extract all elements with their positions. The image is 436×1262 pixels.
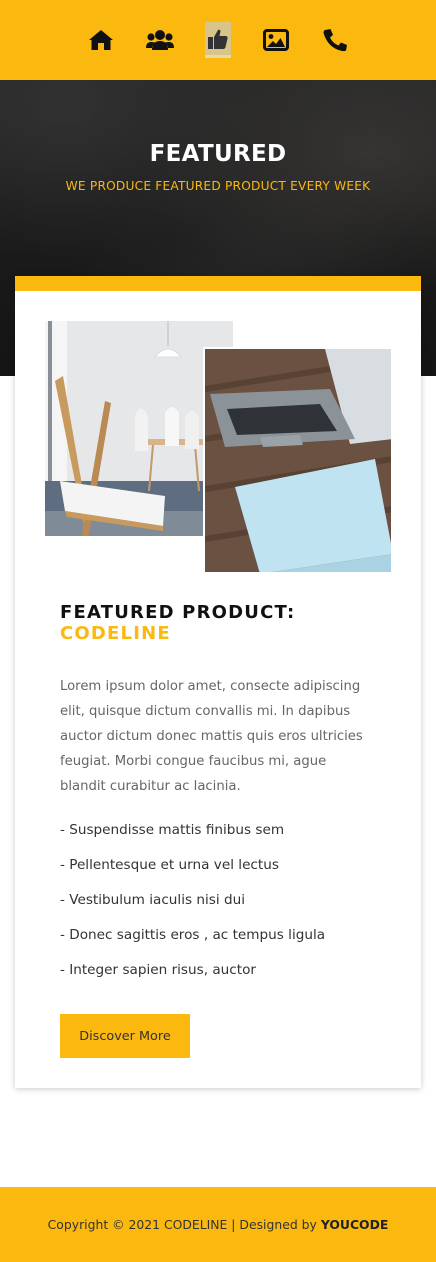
product-description: Lorem ipsum dolor amet, consecte adipisc… [60, 679, 363, 794]
home-icon [89, 30, 113, 50]
nav-gallery[interactable] [262, 22, 290, 58]
nav-home[interactable] [87, 22, 115, 58]
image-icon [263, 29, 289, 51]
top-nav [0, 0, 436, 80]
hero-subtitle: WE PRODUCE FEATURED PRODUCT EVERY WEEK [65, 179, 371, 193]
thumbs-up-icon [208, 29, 228, 49]
product-name: CODELINE [60, 623, 171, 644]
feature-item: - Donec sagittis eros , ac tempus ligula [60, 927, 326, 943]
feature-item: - Pellentesque et urna vel lectus [60, 857, 279, 873]
phone-icon [323, 29, 347, 52]
laptop-photo [203, 347, 391, 572]
nav-featured[interactable] [205, 22, 231, 58]
footer-copyright: Copyright © 2021 CODELINE | Designed by [47, 1217, 317, 1232]
discover-more-button[interactable]: Discover More [60, 1014, 190, 1058]
feature-item: - Suspendisse mattis finibus sem [60, 822, 285, 838]
nav-users[interactable] [146, 22, 174, 58]
footer-designer-link[interactable]: YOUCODE [321, 1217, 389, 1232]
nav-contact[interactable] [321, 22, 349, 58]
feature-item: - Vestibulum iaculis nisi dui [60, 892, 245, 908]
footer: Copyright © 2021 CODELINE | Designed by … [0, 1187, 436, 1262]
card-accent-bar [15, 276, 421, 291]
product-heading: FEATURED PRODUCT: [60, 602, 296, 623]
product-card: FEATURED PRODUCT: CODELINE Lorem ipsum d… [15, 276, 421, 1088]
feature-item: - Integer sapien risus, auctor [60, 962, 257, 978]
users-icon [146, 30, 174, 50]
hero-title: FEATURED [149, 141, 287, 167]
feature-list: - Suspendisse mattis finibus sem - Pelle… [60, 819, 325, 994]
